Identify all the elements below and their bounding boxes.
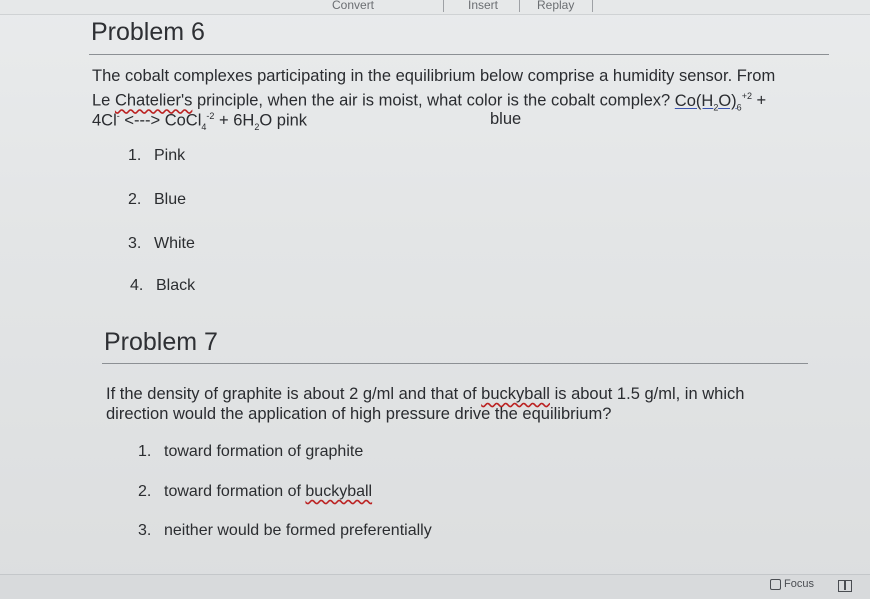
problem-6-title: Problem 6 xyxy=(91,18,205,46)
complex-hexaaqua: Co(H2O)6 xyxy=(674,91,742,112)
status-bar: Focus xyxy=(0,574,870,599)
toolbar-separator xyxy=(443,0,444,12)
problem-6-equation-line: 4Cl- <---> CoCl4-2 + 6H2O pink xyxy=(92,111,308,132)
problem-6-option-4[interactable]: 4. Black xyxy=(130,277,195,295)
problem-6-option-1[interactable]: 1. Pink xyxy=(128,147,185,165)
reading-view-icon[interactable] xyxy=(838,580,852,592)
toolbar-separator xyxy=(592,0,593,12)
problem-6-option-3[interactable]: 3. White xyxy=(128,235,195,253)
text-buckyball: buckyball xyxy=(481,385,550,403)
toolbar-separator xyxy=(519,0,520,12)
problem-6-option-2[interactable]: 2. Blue xyxy=(128,191,186,209)
convert-tab[interactable]: Convert xyxy=(332,0,374,12)
problem-7-title: Problem 7 xyxy=(104,328,218,356)
document-page: Problem 6 The cobalt complexes participa… xyxy=(0,14,870,574)
equilibrium-arrow: <---> xyxy=(124,111,161,130)
problem-7-option-1[interactable]: 1. toward formation of graphite xyxy=(138,443,363,461)
problem-7-question-line1: If the density of graphite is about 2 g/… xyxy=(106,385,745,403)
text-plus: + xyxy=(756,91,767,110)
replay-tab[interactable]: Replay xyxy=(537,0,574,12)
insert-tab[interactable]: Insert xyxy=(468,0,498,12)
focus-icon xyxy=(770,578,781,590)
title-divider xyxy=(89,54,829,55)
focus-button[interactable]: Focus xyxy=(770,578,814,590)
problem-7-option-2[interactable]: 2. toward formation of buckyball xyxy=(138,483,372,501)
problem-7-option-3[interactable]: 3. neither would be formed preferentially xyxy=(138,522,432,540)
ribbon-toolbar: Convert Insert Replay xyxy=(0,0,870,15)
problem-7-question-line2: direction would the application of high … xyxy=(106,405,612,423)
title-divider xyxy=(102,363,808,364)
charge-plus2: +2 xyxy=(741,91,752,101)
focus-label: Focus xyxy=(784,578,814,590)
blue-label: blue xyxy=(490,110,522,128)
problem-6-question-line1: The cobalt complexes participating in th… xyxy=(92,67,776,85)
